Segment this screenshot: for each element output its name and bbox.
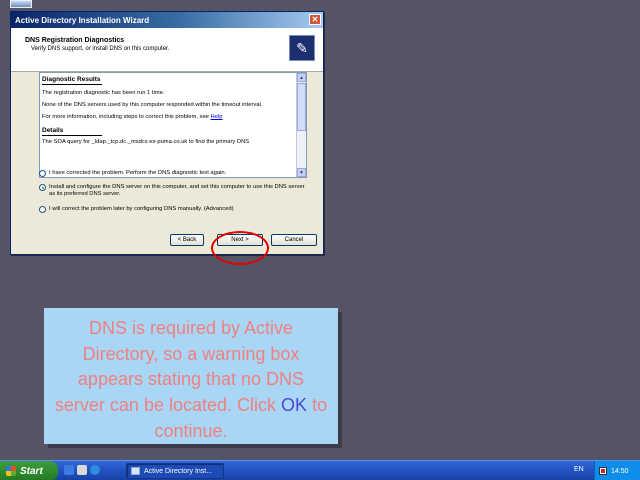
scroll-up-icon[interactable]: ▲ — [297, 73, 306, 82]
taskbar-item-wizard[interactable]: Active Directory Inst... — [126, 463, 224, 479]
option-label: I will correct the problem later by conf… — [49, 206, 234, 212]
taskbar-item-label: Active Directory Inst... — [144, 467, 213, 475]
help-prefix: For more information, including steps to… — [42, 114, 211, 120]
tutorial-info-box: DNS is required by Active Directory, so … — [44, 308, 338, 444]
taskbar: Start Active Directory Inst... EN 14:50 — [0, 460, 640, 480]
header-subtitle: Verify DNS support, or install DNS on th… — [31, 46, 170, 52]
cancel-button[interactable]: Cancel — [271, 234, 317, 246]
directory-book-icon: ✎ — [289, 35, 315, 61]
tray-icon[interactable] — [599, 467, 607, 475]
info-text: DNS is required by Active Directory, so … — [54, 318, 305, 416]
diagnostic-results-box[interactable]: Diagnostic Results The registration diag… — [39, 72, 307, 178]
desktop-icon[interactable] — [10, 0, 32, 8]
internet-explorer-icon[interactable] — [90, 465, 100, 475]
windows-logo-icon — [6, 466, 16, 476]
radio-manual[interactable] — [39, 206, 46, 213]
divider — [42, 135, 102, 136]
option-install-dns[interactable]: Install and configure the DNS server on … — [39, 184, 307, 198]
clock: 14:50 — [611, 467, 629, 475]
window-title: Active Directory Installation Wizard — [15, 15, 150, 25]
radio-install-dns[interactable] — [39, 184, 46, 191]
divider — [42, 84, 102, 85]
help-link[interactable]: Help — [211, 114, 223, 120]
highlight-circle — [211, 231, 269, 265]
wizard-header: DNS Registration Diagnostics Verify DNS … — [11, 28, 323, 72]
results-line: For more information, including steps to… — [42, 114, 294, 121]
start-button[interactable]: Start — [0, 461, 58, 480]
option-label: I have corrected the problem. Perform th… — [49, 170, 227, 176]
radio-retest[interactable] — [39, 170, 46, 177]
close-button[interactable]: ✕ — [309, 14, 321, 25]
scroll-thumb[interactable] — [297, 83, 306, 131]
scrollbar[interactable]: ▲ ▼ — [296, 73, 306, 177]
option-manual[interactable]: I will correct the problem later by conf… — [39, 206, 307, 213]
info-ok: OK — [281, 395, 308, 416]
wizard-window: Active Directory Installation Wizard ✕ D… — [10, 11, 324, 265]
results-line: None of the DNS servers used by this com… — [42, 102, 263, 108]
results-heading: Diagnostic Results — [42, 76, 101, 83]
option-retest[interactable]: I have corrected the problem. Perform th… — [39, 170, 307, 177]
results-line: The registration diagnostic has been run… — [42, 90, 165, 96]
back-button[interactable]: < Back — [170, 234, 204, 246]
system-tray: 14:50 — [594, 461, 640, 480]
language-indicator[interactable]: EN — [574, 466, 584, 473]
window-icon — [131, 467, 140, 475]
start-label: Start — [20, 465, 43, 477]
details-line: The SOA query for _ldap._tcp.dc._msdcs.e… — [42, 139, 250, 145]
show-desktop-icon[interactable] — [64, 465, 74, 475]
option-label: Install and configure the DNS server on … — [49, 184, 305, 197]
details-heading: Details — [42, 127, 64, 134]
title-bar[interactable]: Active Directory Installation Wizard ✕ — [11, 12, 323, 28]
explorer-icon[interactable] — [77, 465, 87, 475]
header-title: DNS Registration Diagnostics — [25, 37, 125, 44]
